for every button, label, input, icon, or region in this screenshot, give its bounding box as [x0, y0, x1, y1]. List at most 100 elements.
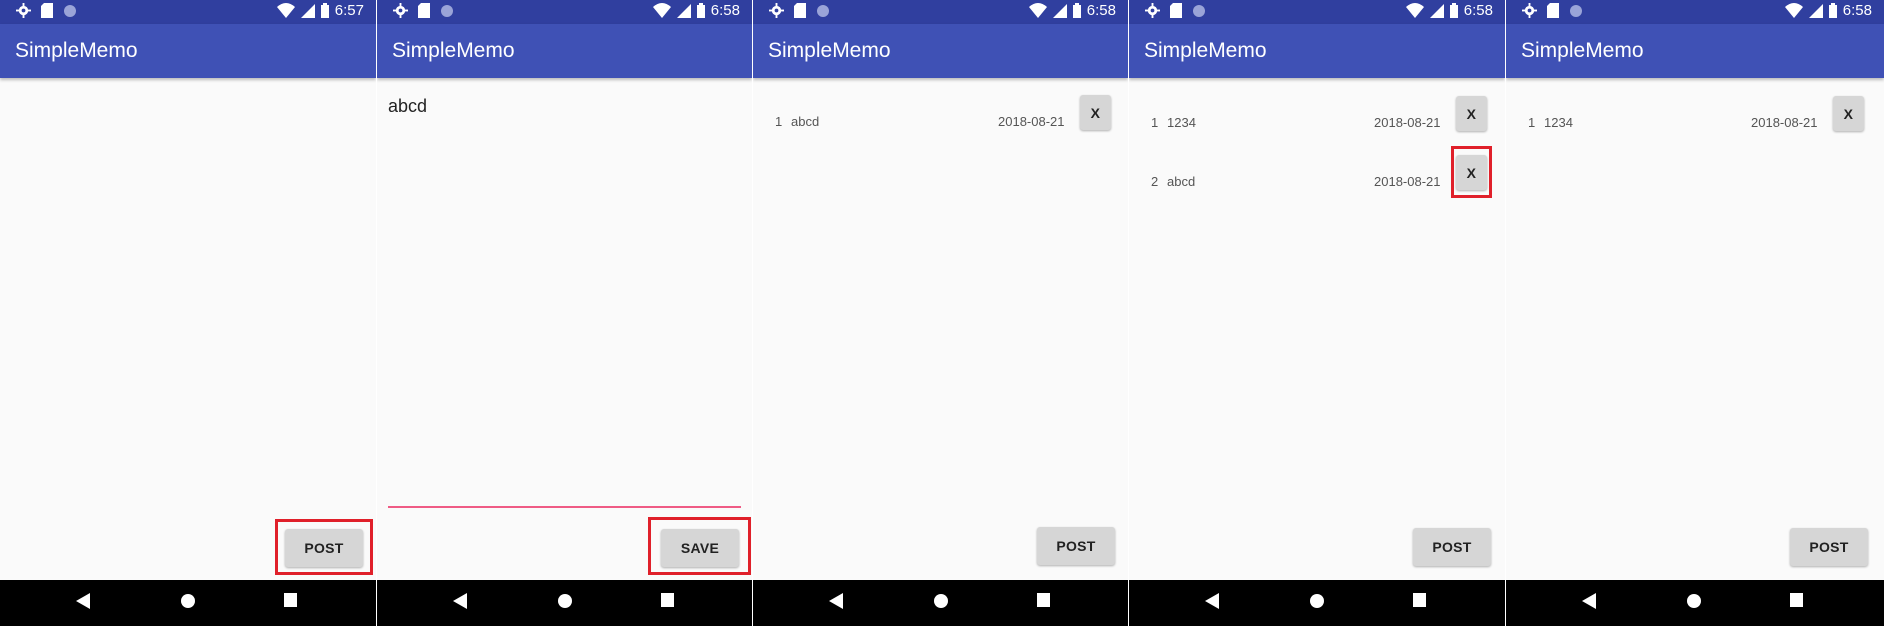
recents-icon[interactable]: [284, 593, 297, 607]
app-bar: SimpleMemo: [377, 24, 752, 78]
sd-card-icon: [41, 3, 53, 18]
memo-number: 1: [775, 114, 783, 129]
delete-button[interactable]: X: [1080, 95, 1111, 130]
delete-button[interactable]: X: [1833, 96, 1864, 131]
app-bar: SimpleMemo: [753, 24, 1128, 78]
cell-signal-icon: [676, 4, 691, 18]
app-bar: SimpleMemo: [1129, 24, 1505, 78]
back-icon[interactable]: [1205, 593, 1219, 609]
circle-icon: [64, 4, 76, 17]
wifi-icon: [1405, 3, 1424, 18]
memo-date: 2018-08-21: [1751, 115, 1818, 130]
delete-button[interactable]: X: [1456, 96, 1487, 131]
memo-date: 2018-08-21: [998, 114, 1065, 129]
back-icon[interactable]: [829, 593, 843, 609]
status-bar: 6:57: [0, 0, 376, 24]
status-bar: 6:58: [1506, 0, 1884, 24]
memo-number: 1: [1528, 115, 1536, 130]
home-icon[interactable]: [557, 593, 573, 609]
status-time: 6:58: [1842, 2, 1872, 19]
post-button[interactable]: POST: [1413, 528, 1491, 566]
sd-card-icon: [418, 3, 430, 18]
wifi-icon: [1784, 3, 1803, 18]
list-item[interactable]: 2 abcd 2018-08-21 X: [1129, 155, 1505, 200]
app-title: SimpleMemo: [768, 39, 891, 62]
battery-icon: [1449, 3, 1458, 18]
screen-4: 6:58 SimpleMemo 1 1234 2018-08-21 X 2 ab…: [1129, 0, 1505, 626]
gear-icon: [16, 3, 31, 18]
status-bar: 6:58: [377, 0, 752, 24]
post-button[interactable]: POST: [1790, 528, 1868, 566]
status-time: 6:58: [1086, 2, 1116, 19]
status-time: 6:58: [710, 2, 740, 19]
home-icon[interactable]: [180, 593, 196, 609]
screen-5: 6:58 SimpleMemo 1 1234 2018-08-21 X POST: [1506, 0, 1884, 626]
cell-signal-icon: [1429, 4, 1444, 18]
highlight-box: [275, 519, 373, 575]
memo-date: 2018-08-21: [1374, 174, 1441, 189]
highlight-box: [1451, 146, 1492, 198]
app-title: SimpleMemo: [1144, 39, 1267, 62]
home-icon[interactable]: [1686, 593, 1702, 609]
navigation-bar: [0, 580, 376, 626]
memo-number: 1: [1151, 115, 1159, 130]
app-bar: SimpleMemo: [1506, 24, 1884, 78]
wifi-icon: [276, 3, 295, 18]
sd-card-icon: [1170, 3, 1182, 18]
circle-icon: [441, 4, 453, 17]
circle-icon: [1570, 4, 1582, 17]
circle-icon: [1193, 4, 1205, 17]
gear-icon: [393, 3, 408, 18]
battery-icon: [696, 3, 705, 18]
status-bar: 6:58: [753, 0, 1128, 24]
sd-card-icon: [1547, 3, 1559, 18]
screen-2: 6:58 SimpleMemo abcd SAVE: [377, 0, 752, 626]
home-icon[interactable]: [933, 593, 949, 609]
memo-text: 1234: [1167, 115, 1196, 130]
screen-3: 6:58 SimpleMemo 1 abcd 2018-08-21 X POST: [753, 0, 1128, 626]
app-title: SimpleMemo: [1521, 39, 1644, 62]
status-time: 6:58: [1463, 2, 1493, 19]
recents-icon[interactable]: [661, 593, 674, 607]
list-item[interactable]: 1 abcd 2018-08-21 X: [753, 95, 1128, 140]
cell-signal-icon: [1052, 4, 1067, 18]
input-underline: [388, 506, 741, 508]
cell-signal-icon: [300, 4, 315, 18]
status-bar: 6:58: [1129, 0, 1505, 24]
wifi-icon: [1028, 3, 1047, 18]
list-item[interactable]: 1 1234 2018-08-21 X: [1506, 96, 1884, 141]
battery-icon: [320, 3, 329, 18]
navigation-bar: [1506, 580, 1884, 626]
memo-text: 1234: [1544, 115, 1573, 130]
cell-signal-icon: [1808, 4, 1823, 18]
app-title: SimpleMemo: [15, 39, 138, 62]
back-icon[interactable]: [1582, 593, 1596, 609]
circle-icon: [817, 4, 829, 17]
home-icon[interactable]: [1309, 593, 1325, 609]
memo-number: 2: [1151, 174, 1159, 189]
memo-date: 2018-08-21: [1374, 115, 1441, 130]
wifi-icon: [652, 3, 671, 18]
recents-icon[interactable]: [1037, 593, 1050, 607]
highlight-box: [648, 517, 751, 575]
back-icon[interactable]: [76, 593, 90, 609]
navigation-bar: [1129, 580, 1505, 626]
recents-icon[interactable]: [1413, 593, 1426, 607]
list-item[interactable]: 1 1234 2018-08-21 X: [1129, 96, 1505, 141]
memo-text: abcd: [791, 114, 820, 129]
memo-text: abcd: [1167, 174, 1196, 189]
navigation-bar: [377, 580, 752, 626]
screen-1: 6:57 SimpleMemo POST: [0, 0, 376, 626]
recents-icon[interactable]: [1790, 593, 1803, 607]
gear-icon: [1522, 3, 1537, 18]
post-button[interactable]: POST: [1037, 527, 1115, 565]
back-icon[interactable]: [453, 593, 467, 609]
battery-icon: [1828, 3, 1837, 18]
app-bar: SimpleMemo: [0, 24, 376, 78]
memo-input[interactable]: abcd: [388, 96, 427, 117]
status-time: 6:57: [334, 2, 364, 19]
sd-card-icon: [794, 3, 806, 18]
navigation-bar: [753, 580, 1128, 626]
gear-icon: [769, 3, 784, 18]
app-title: SimpleMemo: [392, 39, 515, 62]
